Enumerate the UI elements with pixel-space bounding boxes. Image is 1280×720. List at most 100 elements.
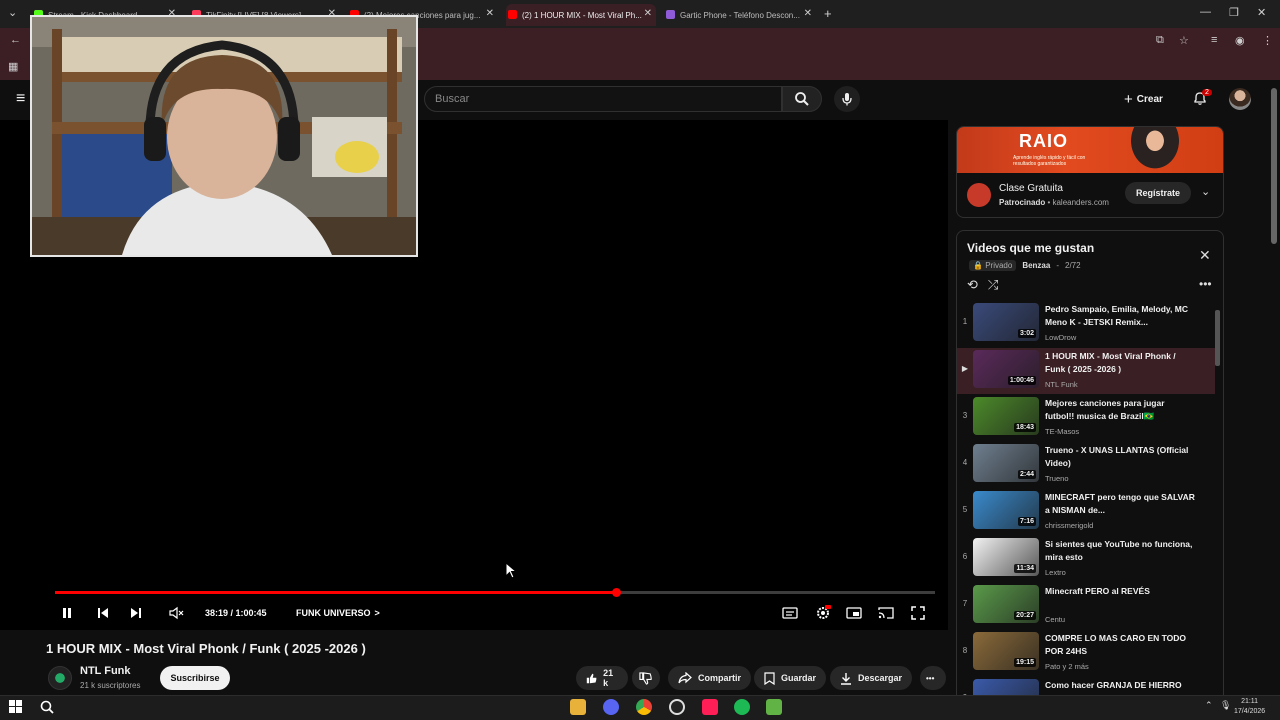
video-thumbnail[interactable]: 20:27 [973,585,1039,623]
playlist-item[interactable]: 8 19:15 COMPRE LO MAS CARO EN TODO POR 24H… [957,630,1215,676]
dislike-button[interactable] [632,666,660,690]
obs-icon[interactable] [669,699,685,715]
back-icon[interactable]: ← [10,34,21,46]
chapter-button[interactable]: FUNK UNIVERSO > [296,604,380,622]
channel-avatar[interactable] [48,666,72,690]
youtube-icon [508,10,517,19]
playlist-item[interactable]: 1 3:02 Pedro Sampaio, Emilia, Melody, MC M… [957,301,1215,347]
hamburger-menu-icon[interactable]: ≡ [16,90,25,108]
shuffle-icon[interactable]: ⤮ [988,277,998,293]
save-button[interactable]: Guardar [754,666,827,690]
download-icon [841,672,851,685]
taskbar-clock[interactable]: 21:11 17/4/2026 [1234,697,1265,717]
apps-icon[interactable]: ▦ [8,60,18,73]
playlist-scrollbar[interactable] [1215,310,1220,366]
clock-date: 17/4/2026 [1234,708,1266,715]
subscribe-button[interactable]: Suscribirse [160,666,230,690]
playlist-meta: 🔒 Privado Benzaa - 2/72 [969,260,1081,271]
settings-button[interactable] [815,604,831,622]
previous-button[interactable] [96,604,110,622]
tab-gartic-phone[interactable]: Gartic Phone - Teléfono Descon... ✕ [664,4,816,26]
tray-chevron-up-icon[interactable]: ⌃ [1205,700,1213,711]
subtitles-button[interactable] [782,604,798,622]
share-button[interactable]: Compartir [668,666,752,690]
account-avatar[interactable] [1229,88,1251,110]
playlist-item-title[interactable]: 1 HOUR MIX - Most Viral Phonk / Funk ( 2… [1045,350,1195,376]
tiktok-live-icon[interactable] [702,699,718,715]
minimize-button[interactable]: — [1200,6,1211,18]
microphone-tray-icon[interactable]: 🎙 [1220,700,1231,711]
media-icon[interactable]: ≡ [1211,34,1217,46]
loop-icon[interactable]: ⟲ [967,277,978,293]
playlist-controls: ⟲ ⤮ [967,277,998,293]
video-thumbnail[interactable]: 1:00:46 [973,350,1039,388]
video-thumbnail[interactable]: 11:34 [973,538,1039,576]
playlist-owner[interactable]: Benzaa [1022,261,1050,270]
channel-name[interactable]: NTL Funk [80,665,131,677]
playlist-item-title[interactable]: Si sientes que YouTube no funciona, mira… [1045,538,1195,564]
file-explorer-icon[interactable] [570,699,586,715]
download-button[interactable]: Descargar [830,666,913,690]
close-icon[interactable]: ✕ [644,8,652,19]
minecraft-icon[interactable] [766,699,782,715]
video-thumbnail[interactable]: 3:02 [973,303,1039,341]
playlist-item-title[interactable]: Minecraft PERO al REVÉS [1045,585,1195,598]
thumbs-down-icon [639,671,652,685]
create-button[interactable]: + Crear [1124,88,1163,110]
playlist-item-title[interactable]: Pedro Sampaio, Emilia, Melody, MC Meno K… [1045,303,1195,329]
close-icon[interactable]: ✕ [1199,247,1211,264]
star-icon[interactable]: ☆ [1179,34,1189,47]
tab-search-icon[interactable]: ⌄ [8,6,17,19]
playlist-item-title[interactable]: Trueno - X UNAS LLANTAS (Official Video) [1045,444,1195,470]
chevron-down-icon[interactable]: ⌄ [1201,185,1210,198]
page-scrollbar[interactable] [1271,88,1277,244]
voice-search-button[interactable] [834,86,860,112]
playlist-item-title[interactable]: Mejores canciones para jugar futbol!! mu… [1045,397,1195,423]
playlist-item-title[interactable]: COMPRE LO MAS CARO EN TODO POR 24HS [1045,632,1195,658]
ad-register-button[interactable]: Regístrate [1125,182,1191,204]
menu-icon[interactable]: ⋮ [1262,34,1273,47]
cast-button[interactable] [878,604,894,622]
chapter-label: FUNK UNIVERSO [296,608,371,618]
video-thumbnail[interactable]: 7:16 [973,491,1039,529]
search-input[interactable]: Buscar [424,86,782,112]
search-button[interactable] [782,86,822,112]
playlist-item[interactable]: 5 7:16 MINECRAFT pero tengo que SALVAR a N… [957,489,1215,535]
windows-start-icon[interactable] [9,700,23,714]
mute-button[interactable] [168,604,184,622]
bookmark-icon [764,671,775,685]
tab-1-hour-mix[interactable]: (2) 1 HOUR MIX - Most Viral Ph... ✕ [506,4,656,26]
notification-badge: 2 [1202,89,1212,96]
sponsored-ad-card[interactable]: RAIO Aprende inglés rápido y fácil con r… [956,126,1224,218]
ad-banner-image[interactable]: RAIO Aprende inglés rápido y fácil con r… [957,127,1223,173]
playlist-item[interactable]: 7 20:27 Minecraft PERO al REVÉS Centu [957,583,1215,629]
new-tab-button[interactable]: + [824,6,832,21]
playlist-item[interactable]: ▶ 1:00:46 1 HOUR MIX - Most Viral Phonk / … [957,348,1215,394]
video-thumbnail[interactable]: 2:44 [973,444,1039,482]
playlist-item[interactable]: 4 2:44 Trueno - X UNAS LLANTAS (Official V… [957,442,1215,488]
close-window-button[interactable]: ✕ [1257,6,1266,19]
install-icon[interactable]: ⧉ [1156,34,1164,47]
playlist-item[interactable]: 3 18:43 Mejores canciones para jugar futbo… [957,395,1215,441]
profile-icon[interactable]: ◉ [1235,34,1245,47]
spotify-icon[interactable] [734,699,750,715]
like-button[interactable]: 21 k [576,666,628,690]
restore-button[interactable]: ❐ [1229,6,1239,19]
video-thumbnail[interactable]: 19:15 [973,632,1039,670]
playlist-item[interactable]: 6 11:34 Si sientes que YouTube no funciona… [957,536,1215,582]
discord-icon[interactable] [603,699,619,715]
fullscreen-button[interactable] [911,604,925,622]
playlist-item-title[interactable]: MINECRAFT pero tengo que SALVAR a NISMAN… [1045,491,1195,517]
playlist-title[interactable]: Videos que me gustan [967,241,1094,255]
progress-scrubber[interactable] [612,588,621,597]
pause-button[interactable] [60,604,74,622]
video-thumbnail[interactable]: 18:43 [973,397,1039,435]
close-icon[interactable]: ✕ [804,8,812,19]
miniplayer-button[interactable] [846,604,862,622]
next-button[interactable] [129,604,143,622]
chrome-icon[interactable] [636,699,652,715]
close-icon[interactable]: ✕ [486,8,494,19]
search-icon[interactable] [40,700,54,714]
more-actions-button[interactable]: ••• [920,666,946,690]
more-options-icon[interactable]: ••• [1199,277,1212,291]
